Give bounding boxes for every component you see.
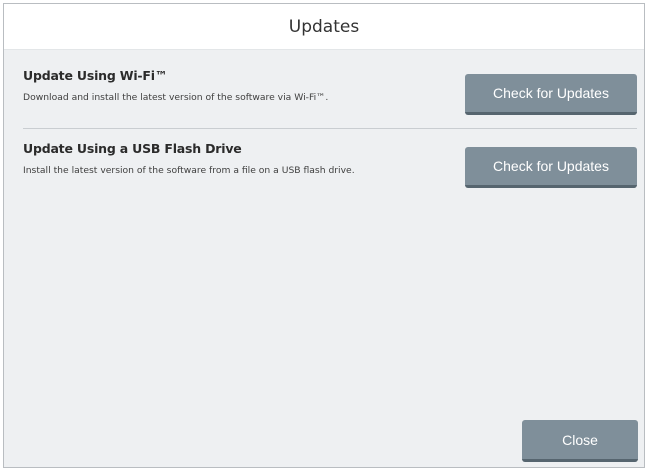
wifi-update-section: Update Using Wi-Fi™ Download and install… — [23, 66, 637, 126]
usb-check-for-updates-button[interactable]: Check for Updates — [465, 147, 637, 188]
usb-update-description: Install the latest version of the softwa… — [23, 165, 355, 176]
close-button[interactable]: Close — [522, 420, 638, 462]
wifi-update-title: Update Using Wi-Fi™ — [23, 68, 168, 83]
updates-dialog: Updates Update Using Wi-Fi™ Download and… — [3, 3, 645, 468]
dialog-title: Updates — [288, 16, 360, 37]
usb-update-section: Update Using a USB Flash Drive Install t… — [23, 139, 637, 199]
wifi-update-description: Download and install the latest version … — [23, 92, 329, 103]
section-divider — [23, 128, 637, 129]
usb-update-title: Update Using a USB Flash Drive — [23, 141, 242, 156]
wifi-check-for-updates-button[interactable]: Check for Updates — [465, 74, 637, 115]
dialog-titlebar: Updates — [4, 4, 644, 50]
